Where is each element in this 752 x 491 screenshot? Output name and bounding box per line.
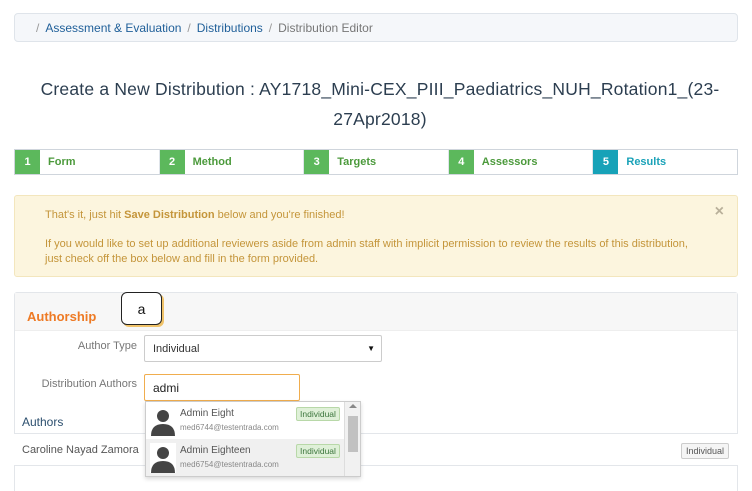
step-label: Results xyxy=(626,156,667,168)
wizard-steps: 1 Form 2 Method 3 Targets 4 Assessors 5 … xyxy=(14,149,738,175)
step-label: Form xyxy=(48,156,76,168)
step-number: 2 xyxy=(159,150,185,174)
step-number: 4 xyxy=(448,150,474,174)
distribution-authors-label: Distribution Authors xyxy=(41,378,137,390)
step-results[interactable]: 5 Results xyxy=(593,150,737,174)
author-suggestions-dropdown: Admin Eight med6744@testentrada.com Indi… xyxy=(145,401,361,477)
suggestion-type-badge: Individual xyxy=(296,444,340,458)
page-title: Create a New Distribution : AY1718_Mini-… xyxy=(30,74,730,134)
avatar-icon xyxy=(150,406,176,436)
suggestion-name: Admin Eighteen xyxy=(180,445,251,456)
caret-down-icon: ▼ xyxy=(367,344,375,353)
suggestion-email: med6754@testentrada.com xyxy=(180,460,279,469)
suggestion-item[interactable]: Admin Eighteen med6754@testentrada.com I… xyxy=(146,439,346,476)
step-label: Method xyxy=(192,156,232,168)
alert-text: below and you're finished! xyxy=(214,209,345,221)
step-label: Targets xyxy=(337,156,377,168)
step-number: 5 xyxy=(593,150,619,174)
author-row: Caroline Nayad Zamora Individual xyxy=(14,433,738,466)
suggestion-name: Admin Eight xyxy=(180,408,234,419)
suggestion-item[interactable]: Admin Eight med6744@testentrada.com Indi… xyxy=(146,402,346,439)
breadcrumb-assessment-evaluation[interactable]: Assessment & Evaluation xyxy=(45,21,181,35)
close-icon[interactable]: × xyxy=(715,204,724,220)
suggestion-email: med6744@testentrada.com xyxy=(180,423,279,432)
breadcrumb-distributions[interactable]: Distributions xyxy=(197,21,263,35)
breadcrumb-current: Distribution Editor xyxy=(278,20,373,35)
avatar-icon xyxy=(150,443,176,473)
alert-bold-text: Save Distribution xyxy=(124,209,215,221)
authors-heading: Authors xyxy=(22,415,64,429)
author-type-label: Author Type xyxy=(77,340,137,352)
step-form[interactable]: 1 Form xyxy=(15,150,160,174)
author-name: Caroline Nayad Zamora xyxy=(22,444,139,456)
panel-title: Authorship xyxy=(27,309,97,324)
breadcrumb-separator: / xyxy=(268,20,273,35)
step-label: Assessors xyxy=(481,156,538,168)
scroll-up-icon[interactable] xyxy=(349,404,357,408)
suggestion-type-badge: Individual xyxy=(296,407,340,421)
dropdown-scrollbar[interactable] xyxy=(344,402,360,476)
page-title-line2: 27Apr2018) xyxy=(333,109,427,129)
author-type-badge: Individual xyxy=(681,443,730,459)
step-number: 1 xyxy=(15,150,40,174)
alert-line1: That's it, just hit Save Distribution be… xyxy=(45,208,707,223)
breadcrumb: / Assessment & Evaluation / Distribution… xyxy=(14,13,738,42)
breadcrumb-separator: / xyxy=(187,20,191,35)
scroll-thumb[interactable] xyxy=(348,416,358,452)
page-title-line1: Create a New Distribution : AY1718_Mini-… xyxy=(40,79,720,99)
distribution-authors-input[interactable]: admi xyxy=(144,374,300,401)
breadcrumb-separator: / xyxy=(36,20,40,35)
alert-line2: If you would like to set up additional r… xyxy=(45,238,688,265)
info-alert: That's it, just hit Save Distribution be… xyxy=(14,195,738,277)
author-type-select[interactable]: Individual ▼ xyxy=(144,335,382,362)
step-assessors[interactable]: 4 Assessors xyxy=(448,150,594,174)
step-targets[interactable]: 3 Targets xyxy=(304,150,449,174)
step-number: 3 xyxy=(304,150,330,174)
callout-label: a xyxy=(121,292,162,325)
step-method[interactable]: 2 Method xyxy=(159,150,305,174)
author-type-value: Individual xyxy=(153,343,200,355)
alert-text: That's it, just hit xyxy=(45,209,125,221)
